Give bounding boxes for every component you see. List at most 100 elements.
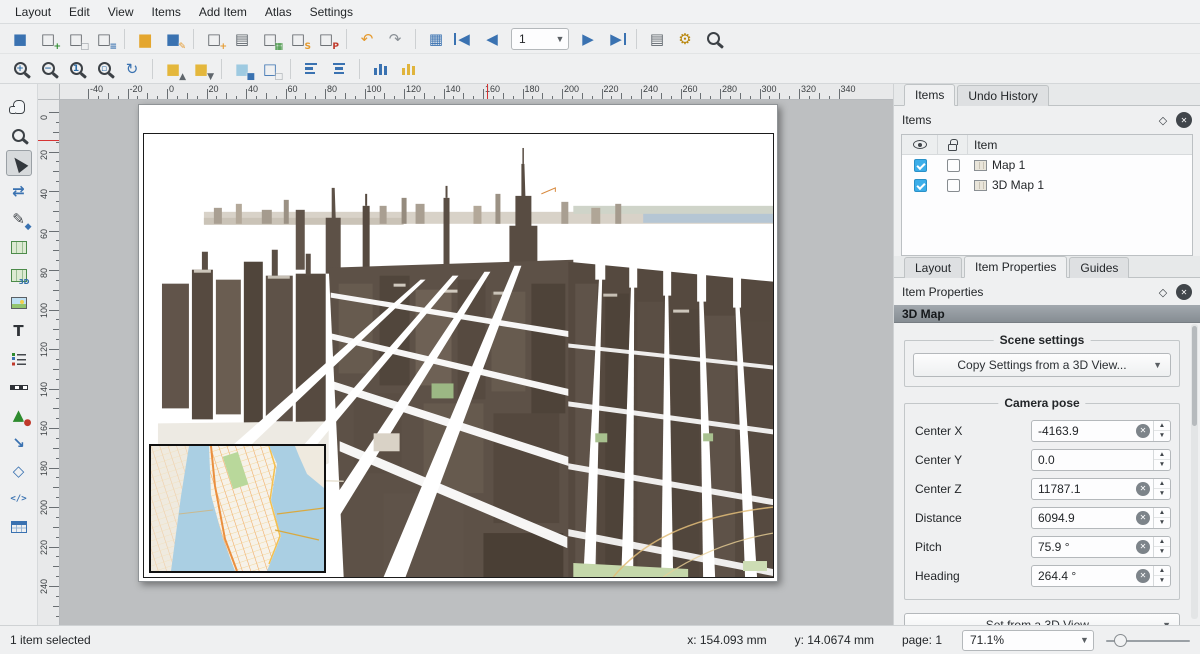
copy-settings-button[interactable]: Copy Settings from a 3D View... ▼	[913, 353, 1171, 377]
panel-scrollbar[interactable]	[1191, 324, 1198, 619]
center-x-spinbox[interactable]: -4163.9✕▲▼	[1031, 420, 1171, 442]
new-layout-button[interactable]: □+	[35, 26, 61, 52]
spinbox-value[interactable]: -4163.9	[1032, 424, 1136, 438]
add-arrow-tool[interactable]: ↘	[6, 430, 32, 456]
refresh-view-button[interactable]: ↻	[119, 56, 145, 82]
menu-add-item[interactable]: Add Item	[190, 2, 256, 22]
spinbox-value[interactable]: 11787.1	[1032, 482, 1136, 496]
move-item-content-tool[interactable]: ⇄	[6, 178, 32, 204]
add-node-item-tool[interactable]: ◇	[6, 458, 32, 484]
close-panel-icon[interactable]: ✕	[1176, 284, 1192, 300]
atlas-feature-combo[interactable]: 1▼	[511, 28, 569, 50]
zoom-slider[interactable]	[1106, 630, 1190, 651]
tab-mid-guides[interactable]: Guides	[1069, 257, 1129, 278]
spin-up-icon[interactable]: ▲	[1154, 566, 1170, 577]
float-panel-icon[interactable]: ◇	[1155, 112, 1171, 128]
float-panel-icon[interactable]: ◇	[1155, 284, 1171, 300]
export-pdf-button[interactable]: □P	[313, 26, 339, 52]
lower-items-button[interactable]: ■▼	[188, 56, 214, 82]
zoom-level-combo[interactable]: 71.1% ▼	[962, 630, 1094, 651]
print-button[interactable]: ▤	[229, 26, 255, 52]
spinbox-value[interactable]: 75.9 °	[1032, 540, 1136, 554]
close-panel-icon[interactable]: ✕	[1176, 112, 1192, 128]
spin-up-icon[interactable]: ▲	[1154, 450, 1170, 461]
add-attribute-table-tool[interactable]	[6, 514, 32, 540]
center-y-spinbox[interactable]: 0.0▲▼	[1031, 449, 1171, 471]
atlas-previous-feature-button[interactable]: ◀	[479, 26, 505, 52]
save-as-template-button[interactable]: ■✎	[160, 26, 186, 52]
items-tree-row[interactable]: Map 1	[902, 155, 1192, 175]
redo-button[interactable]: ↷	[382, 26, 408, 52]
export-svg-button[interactable]: □S	[285, 26, 311, 52]
tab-top-undo-history[interactable]: Undo History	[957, 85, 1048, 106]
layout-page[interactable]	[138, 104, 778, 582]
zoom-actual-button[interactable]: 1	[63, 56, 89, 82]
heading-spinbox[interactable]: 264.4 °✕ ▲▼	[1031, 565, 1171, 587]
zoom-out-button[interactable]: −	[35, 56, 61, 82]
visibility-checkbox[interactable]	[914, 179, 927, 192]
zoom-to-atlas-button[interactable]	[700, 26, 726, 52]
items-tree-row[interactable]: 3D Map 1	[902, 175, 1192, 195]
align-left-button[interactable]	[298, 56, 324, 82]
select-move-item-tool[interactable]	[6, 150, 32, 176]
print-atlas-button[interactable]: ▤	[644, 26, 670, 52]
add-scalebar-tool[interactable]	[6, 374, 32, 400]
spin-down-icon[interactable]: ▼	[1154, 547, 1170, 557]
menu-edit[interactable]: Edit	[60, 2, 99, 22]
set-from-view-button[interactable]: Set from a 3D View... ▼	[904, 613, 1180, 625]
spin-down-icon[interactable]: ▼	[1154, 489, 1170, 499]
spin-down-icon[interactable]: ▼	[1154, 431, 1170, 441]
center-z-spinbox[interactable]: 11787.1✕▲▼	[1031, 478, 1171, 500]
map-item[interactable]	[149, 444, 326, 573]
align-center-button[interactable]	[326, 56, 352, 82]
spinbox-value[interactable]: 6094.9	[1032, 511, 1136, 525]
distance-spinbox[interactable]: 6094.9✕ ▲▼	[1031, 507, 1171, 529]
layout-canvas[interactable]	[60, 100, 893, 625]
menu-view[interactable]: View	[99, 2, 143, 22]
spinbox-value[interactable]: 264.4 °	[1032, 569, 1136, 583]
open-folder-button[interactable]: ▆	[132, 26, 158, 52]
3d-map-item[interactable]	[143, 133, 774, 578]
ungroup-items-button[interactable]: □□	[257, 56, 283, 82]
clear-value-icon[interactable]: ✕	[1136, 540, 1150, 554]
tab-top-items[interactable]: Items	[904, 84, 955, 106]
resize-items-button[interactable]	[395, 56, 421, 82]
pan-layout-tool[interactable]	[6, 94, 32, 120]
group-items-button[interactable]: ■■	[229, 56, 255, 82]
menu-layout[interactable]: Layout	[6, 2, 60, 22]
clear-value-icon[interactable]: ✕	[1136, 511, 1150, 525]
spin-down-icon[interactable]: ▼	[1154, 518, 1170, 528]
clear-value-icon[interactable]: ✕	[1136, 569, 1150, 583]
lock-checkbox[interactable]	[947, 179, 960, 192]
tab-mid-item-properties[interactable]: Item Properties	[964, 256, 1067, 278]
spin-up-icon[interactable]: ▲	[1154, 537, 1170, 548]
atlas-last-feature-button[interactable]: ▶	[603, 26, 629, 52]
add-picture-tool[interactable]	[6, 290, 32, 316]
lock-checkbox[interactable]	[947, 159, 960, 172]
add-html-tool[interactable]: </>	[6, 486, 32, 512]
raise-items-button[interactable]: ■▲	[160, 56, 186, 82]
layout-manager-button[interactable]: □≡	[91, 26, 117, 52]
spinbox-value[interactable]: 0.0	[1032, 453, 1153, 467]
scrollbar-thumb[interactable]	[1192, 326, 1197, 426]
duplicate-layout-button[interactable]: □□	[63, 26, 89, 52]
clear-value-icon[interactable]: ✕	[1136, 424, 1150, 438]
zoom-tool[interactable]	[6, 122, 32, 148]
add-legend-tool[interactable]	[6, 346, 32, 372]
pitch-spinbox[interactable]: 75.9 °✕ ▲▼	[1031, 536, 1171, 558]
menu-settings[interactable]: Settings	[301, 2, 362, 22]
spin-up-icon[interactable]: ▲	[1154, 479, 1170, 490]
atlas-settings-button[interactable]: ⚙	[672, 26, 698, 52]
tab-mid-layout[interactable]: Layout	[904, 257, 962, 278]
distribute-items-button[interactable]	[367, 56, 393, 82]
chevron-down-icon[interactable]: ▼	[552, 34, 568, 44]
spin-down-icon[interactable]: ▼	[1154, 576, 1170, 586]
spin-up-icon[interactable]: ▲	[1154, 508, 1170, 519]
zoom-slider-handle[interactable]	[1114, 634, 1127, 647]
add-label-tool[interactable]: T	[6, 318, 32, 344]
spin-down-icon[interactable]: ▼	[1154, 460, 1170, 470]
atlas-first-feature-button[interactable]: ◀	[451, 26, 477, 52]
add-map-tool[interactable]	[6, 234, 32, 260]
zoom-full-button[interactable]: ▫	[91, 56, 117, 82]
export-image-button[interactable]: □▦	[257, 26, 283, 52]
